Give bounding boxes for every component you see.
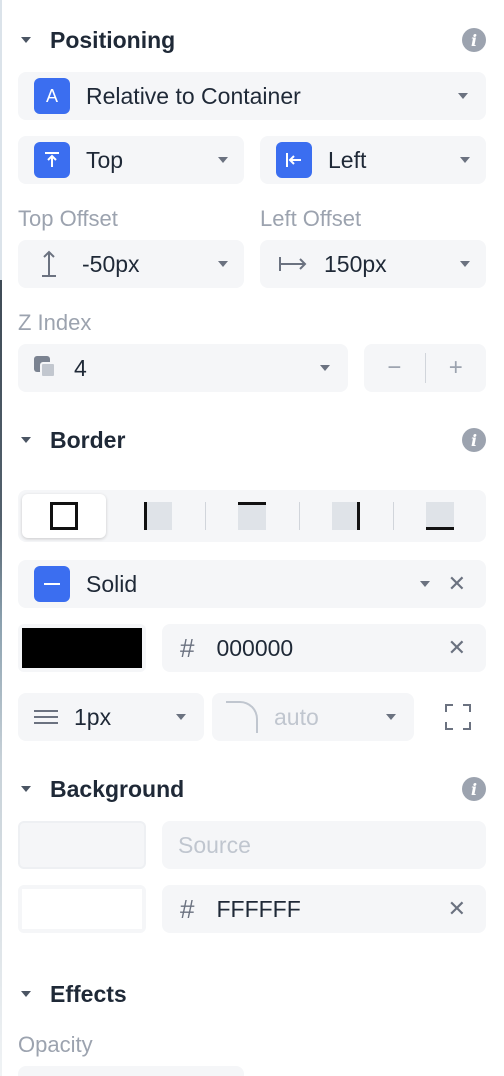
clear-border-color-button[interactable]: ✕ [448, 635, 466, 661]
info-icon[interactable]: i [462, 428, 486, 452]
border-color-fill [22, 628, 142, 668]
opacity-input[interactable] [18, 1066, 244, 1076]
section-title: Border [50, 426, 126, 453]
horizontal-anchor-select[interactable]: Left [260, 136, 486, 184]
border-side-right-button[interactable] [304, 494, 388, 538]
background-color-input[interactable]: # FFFFFF ✕ [162, 885, 486, 933]
border-top-icon [238, 502, 266, 530]
vertical-anchor-value: Top [86, 146, 124, 173]
increment-button[interactable]: + [426, 354, 487, 382]
align-top-icon [34, 142, 70, 178]
border-side-all-button[interactable] [22, 494, 106, 538]
border-style-select[interactable]: Solid ✕ [18, 560, 486, 608]
hash-icon: # [180, 893, 195, 924]
chevron-down-icon [218, 261, 228, 267]
chevron-down-icon [320, 365, 330, 371]
background-source-input[interactable]: Source [162, 821, 486, 869]
border-width-value: 1px [74, 703, 112, 730]
left-offset-label: Left Offset [260, 206, 362, 231]
chevron-down-icon [458, 93, 468, 99]
chevron-down-icon [386, 714, 396, 720]
horizontal-anchor-value: Left [328, 146, 367, 173]
decrement-button[interactable]: − [364, 354, 425, 382]
positioning-header[interactable]: Positioning i [18, 20, 486, 60]
opacity-label: Opacity [18, 1032, 93, 1057]
position-mode-value: Relative to Container [86, 82, 301, 109]
top-offset-label: Top Offset [18, 206, 118, 231]
z-index-label: Z Index [18, 310, 92, 335]
top-offset-input[interactable]: -50px [18, 240, 244, 288]
chevron-down-icon [176, 714, 186, 720]
border-color-swatch[interactable] [18, 624, 146, 672]
chevron-down-icon [460, 261, 470, 267]
hash-icon: # [180, 632, 195, 663]
solid-line-icon [34, 566, 70, 602]
z-index-value: 4 [74, 354, 87, 381]
chevron-down-icon[interactable] [18, 432, 34, 448]
side-divider [299, 502, 300, 530]
border-side-selector [18, 490, 486, 542]
z-index-input[interactable]: 4 [18, 344, 348, 392]
clear-border-style-button[interactable]: ✕ [448, 571, 466, 597]
clear-background-color-button[interactable]: ✕ [448, 896, 466, 922]
position-mode-select[interactable]: A Relative to Container [18, 72, 486, 120]
section-title: Background [50, 775, 185, 802]
vertical-offset-icon [34, 249, 64, 279]
side-divider [205, 502, 206, 530]
horizontal-offset-icon [276, 254, 310, 274]
background-color-swatch[interactable] [18, 885, 146, 933]
line-weight-icon [34, 710, 58, 724]
border-radius-value: auto [274, 703, 319, 730]
border-radius-select[interactable]: auto [212, 693, 414, 741]
layers-icon [34, 356, 58, 380]
border-side-bottom-button[interactable] [398, 494, 482, 538]
z-index-stepper: − + [364, 344, 486, 392]
border-side-top-button[interactable] [210, 494, 294, 538]
chevron-down-icon [419, 581, 430, 587]
chevron-down-icon [218, 157, 228, 163]
background-header[interactable]: Background i [18, 769, 486, 809]
align-left-icon [276, 142, 312, 178]
edge-strip [0, 0, 2, 1076]
border-color-value: 000000 [216, 634, 294, 661]
chevron-down-icon[interactable] [18, 986, 34, 1002]
side-divider [393, 502, 394, 530]
border-all-icon [50, 502, 78, 530]
background-color-fill [22, 889, 142, 929]
border-header[interactable]: Border i [18, 420, 486, 460]
chevron-down-icon[interactable] [18, 32, 34, 48]
top-offset-value: -50px [82, 250, 140, 277]
source-placeholder: Source [178, 831, 251, 858]
border-width-select[interactable]: 1px [18, 693, 204, 741]
border-style-value: Solid [86, 570, 138, 597]
vertical-anchor-select[interactable]: Top [18, 136, 244, 184]
background-image-swatch[interactable] [18, 821, 146, 869]
border-side-left-button[interactable] [116, 494, 200, 538]
border-left-icon [144, 502, 172, 530]
corner-radius-icon [226, 701, 258, 733]
border-bottom-icon [426, 502, 454, 530]
expand-corners-icon[interactable] [445, 704, 471, 730]
border-right-icon [332, 502, 360, 530]
relative-mode-icon: A [34, 78, 70, 114]
chevron-down-icon[interactable] [18, 781, 34, 797]
chevron-down-icon [460, 157, 470, 163]
border-color-input[interactable]: # 000000 ✕ [162, 624, 486, 672]
background-color-value: FFFFFF [216, 895, 301, 922]
effects-header[interactable]: Effects [18, 974, 486, 1014]
left-offset-input[interactable]: 150px [260, 240, 486, 288]
info-icon[interactable]: i [462, 28, 486, 52]
info-icon[interactable]: i [462, 777, 486, 801]
section-title: Positioning [50, 26, 176, 53]
left-offset-value: 150px [324, 250, 387, 277]
section-title: Effects [50, 980, 127, 1007]
